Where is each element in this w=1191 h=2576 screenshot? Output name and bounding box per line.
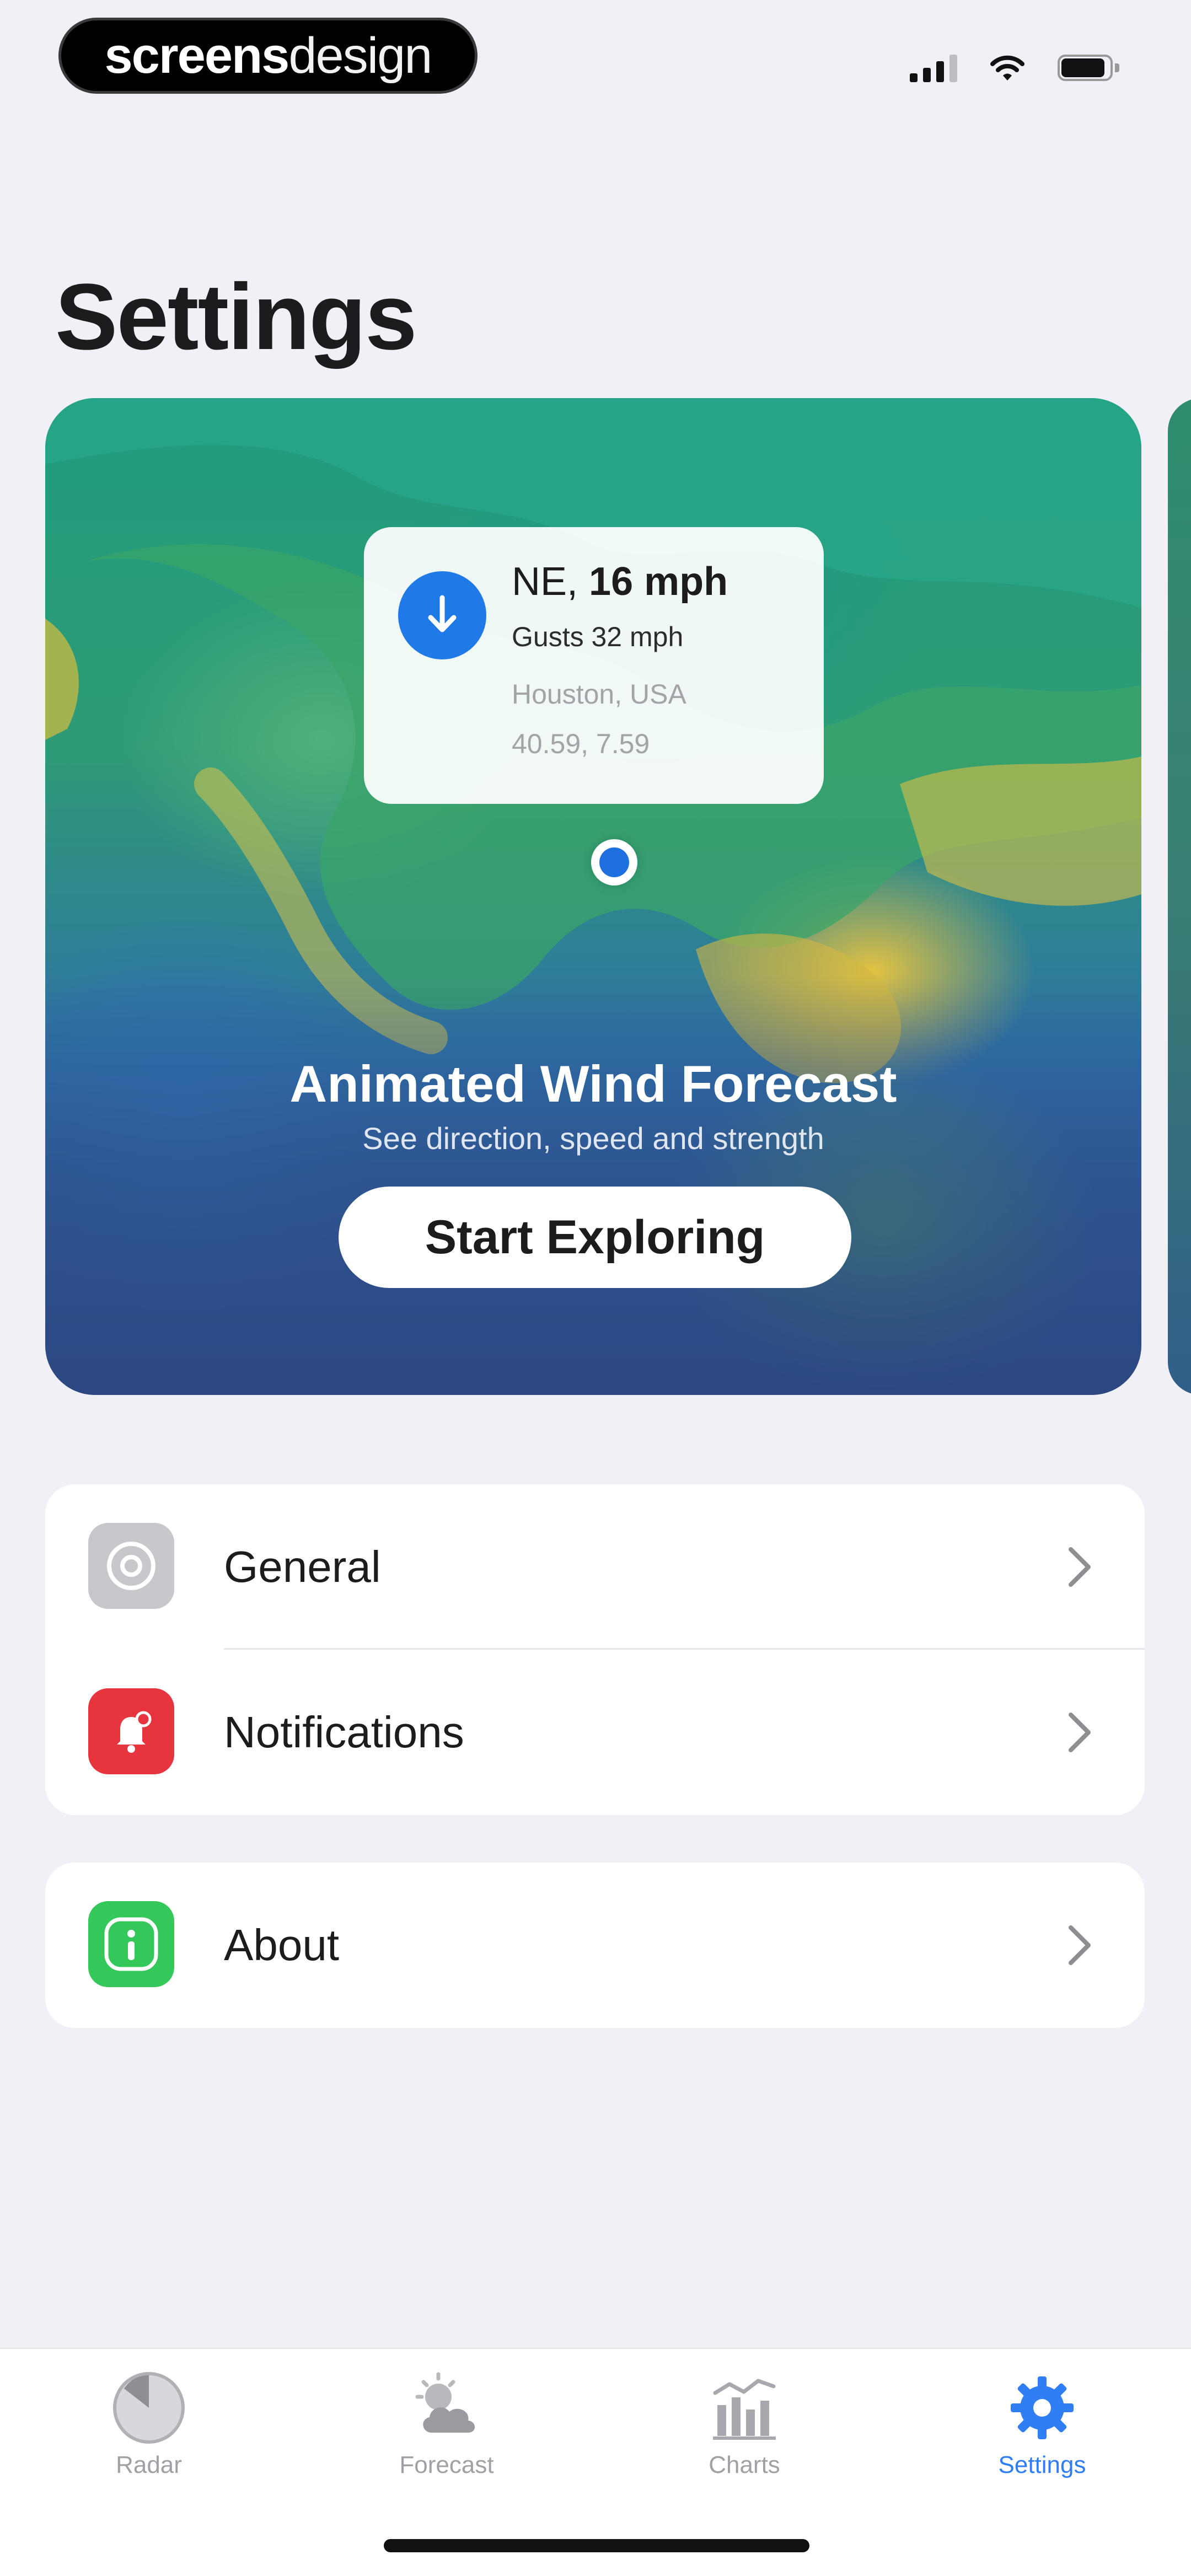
chevron-right-icon (1069, 1925, 1091, 1965)
wind-forecast-card[interactable]: NE, 16 mph Gusts 32 mph Houston, USA 40.… (45, 398, 1141, 1395)
next-card-peek[interactable] (1168, 398, 1191, 1395)
gear-icon (1011, 2376, 1074, 2439)
wind-speed: 16 mph (589, 560, 728, 604)
tab-charts[interactable]: Charts (662, 2366, 827, 2479)
brand-logo-bold: screens (104, 27, 290, 84)
wind-info-popup: NE, 16 mph Gusts 32 mph Houston, USA 40.… (364, 527, 824, 804)
tab-settings[interactable]: Settings (959, 2366, 1125, 2479)
start-exploring-button[interactable]: Start Exploring (339, 1187, 851, 1288)
tab-radar[interactable]: Radar (66, 2366, 232, 2479)
status-icons (910, 49, 1119, 87)
status-bar: screens design (0, 0, 1191, 110)
brand-logo-light: design (288, 27, 432, 84)
radar-icon (113, 2372, 185, 2444)
settings-group-main: General Notifications (45, 1484, 1145, 1815)
settings-row-general[interactable]: General (45, 1484, 1145, 1650)
chevron-right-icon (1069, 1713, 1091, 1752)
cellular-signal-icon (910, 53, 957, 82)
wind-direction-speed: NE, 16 mph (512, 559, 728, 604)
location-marker (591, 839, 637, 886)
wind-gusts: Gusts 32 mph (512, 621, 684, 652)
settings-row-label: Notifications (224, 1708, 464, 1757)
settings-row-notifications[interactable]: Notifications (45, 1650, 1145, 1815)
cloud-sun-icon (415, 2372, 475, 2433)
bar-chart-icon (713, 2379, 776, 2440)
settings-group-about: About (45, 1863, 1145, 2028)
tab-forecast[interactable]: Forecast (364, 2366, 529, 2479)
tab-label: Settings (998, 2451, 1086, 2478)
page-title: Settings (55, 265, 417, 369)
tab-label: Charts (709, 2451, 780, 2478)
settings-row-label: About (224, 1920, 340, 1969)
settings-row-label: General (224, 1542, 381, 1591)
battery-icon (1058, 55, 1119, 81)
wind-direction-icon (398, 571, 486, 659)
wind-coordinates: 40.59, 7.59 (512, 728, 650, 759)
brand-logo: screens design (58, 18, 478, 94)
settings-row-about[interactable]: About (45, 1863, 1145, 2028)
hero-subtitle: See direction, speed and strength (362, 1121, 824, 1156)
hero-gradient-overlay (45, 976, 1141, 1395)
gear-icon (88, 1523, 174, 1609)
wind-direction: NE, (512, 560, 578, 604)
chevron-right-icon (1069, 1547, 1091, 1587)
info-icon (88, 1901, 174, 1987)
bell-icon (88, 1688, 174, 1774)
wifi-icon (990, 55, 1024, 80)
tab-label: Radar (116, 2451, 182, 2478)
wind-location: Houston, USA (512, 679, 686, 710)
home-indicator[interactable] (384, 2539, 809, 2552)
tab-label: Forecast (399, 2451, 494, 2478)
hero-title: Animated Wind Forecast (289, 1055, 897, 1113)
